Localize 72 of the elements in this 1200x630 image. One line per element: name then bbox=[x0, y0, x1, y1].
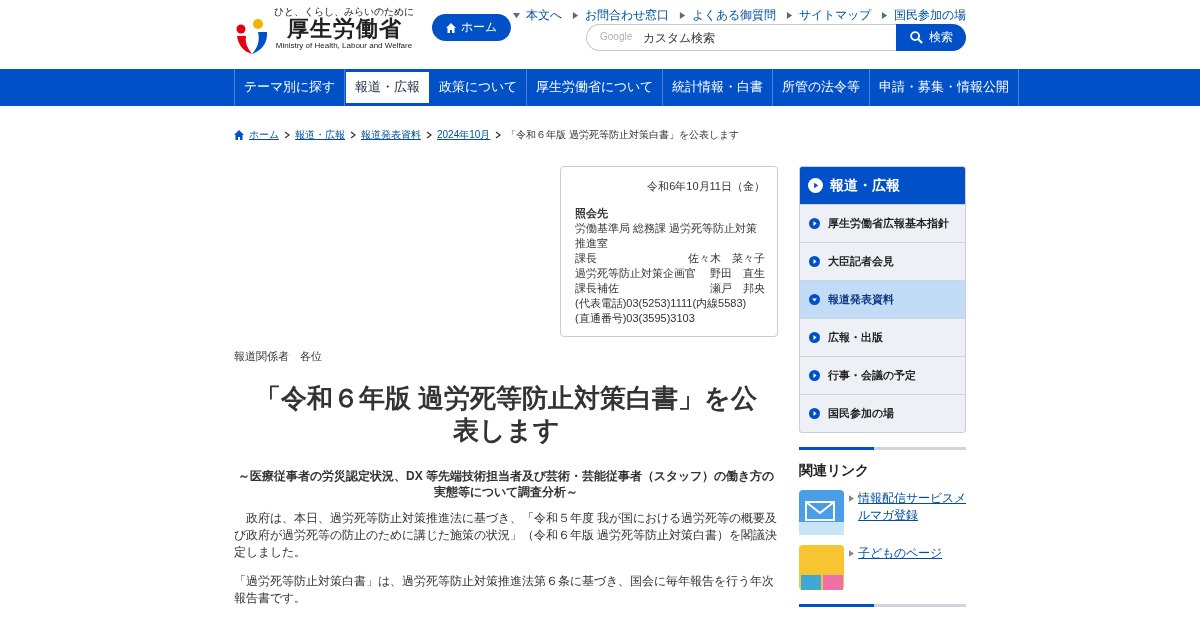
chevron-icon bbox=[426, 131, 432, 139]
nav-tab[interactable]: 所管の法令等 bbox=[772, 69, 870, 106]
phone-number: (代表電話)03(5253)1111(内線5583) bbox=[575, 296, 748, 311]
play-circle-icon bbox=[808, 178, 823, 193]
sidebar-item[interactable]: 行事・会議の予定 bbox=[800, 356, 965, 394]
down-triangle-icon bbox=[513, 11, 520, 19]
recipients-text: 報道関係者 各位 bbox=[234, 349, 323, 364]
sidebar-item[interactable]: 報道発表資料 bbox=[800, 280, 965, 318]
utility-link[interactable]: サイトマップ bbox=[786, 6, 871, 24]
nav-tab[interactable]: 厚生労働省について bbox=[526, 69, 663, 106]
breadcrumb-link[interactable]: ホーム bbox=[249, 128, 279, 142]
play-circle-icon bbox=[809, 332, 820, 343]
chevron-icon bbox=[284, 131, 290, 139]
nav-tab[interactable]: テーマ別に探す bbox=[234, 69, 345, 106]
breadcrumb-current: 「令和６年版 過労死等防止対策白書」を公表します bbox=[506, 128, 740, 142]
home-button[interactable]: ホーム bbox=[432, 14, 511, 41]
contact-heading: 照会先 bbox=[575, 206, 609, 221]
staff-title: 課長 bbox=[575, 251, 597, 266]
home-icon bbox=[234, 130, 244, 140]
play-circle-icon bbox=[809, 218, 820, 229]
related-link[interactable]: 子どものページ bbox=[858, 545, 942, 562]
illustration-placeholder bbox=[799, 545, 844, 590]
google-label: Google bbox=[600, 31, 633, 42]
nav-tab[interactable]: 統計情報・白書 bbox=[662, 69, 773, 106]
play-circle-icon bbox=[809, 256, 820, 267]
right-triangle-icon bbox=[881, 11, 888, 19]
page-subtitle: ～医療従事者の労災認定状況、DX 等先端技術担当者及び芸術・芸能従事者（スタッフ）の働き方の実態等について調査分析～ bbox=[237, 468, 775, 500]
logo-english: Ministry of Health, Labour and Welfare bbox=[275, 41, 413, 50]
logo-mark-icon bbox=[234, 16, 270, 56]
right-triangle-icon bbox=[849, 495, 854, 502]
utility-link[interactable]: よくある御質問 bbox=[679, 6, 776, 24]
staff-name: 野田 直生 bbox=[710, 266, 765, 281]
staff-name: 瀬戸 邦央 bbox=[710, 281, 765, 296]
play-circle-icon bbox=[809, 370, 820, 381]
utility-link[interactable]: 本文へ bbox=[513, 6, 562, 24]
phone-number: (直通番号)03(3595)3103 bbox=[575, 311, 696, 326]
sidebar-item[interactable]: 広報・出版 bbox=[800, 318, 965, 356]
down-circle-icon bbox=[809, 294, 820, 305]
page-title: 「令和６年版 過労死等防止対策白書」を公表します bbox=[253, 382, 759, 446]
nav-tab[interactable]: 報道・広報 bbox=[344, 71, 430, 104]
utility-link[interactable]: お問合わせ窓口 bbox=[572, 6, 669, 24]
chevron-icon bbox=[495, 131, 502, 139]
staff-name: 佐々木 菜々子 bbox=[688, 251, 765, 266]
breadcrumb-link[interactable]: 報道発表資料 bbox=[361, 128, 421, 142]
staff-title: 課長補佐 bbox=[575, 281, 619, 296]
related-link[interactable]: 情報配信サービスメルマガ登録 bbox=[858, 490, 966, 524]
search-icon bbox=[909, 31, 923, 44]
logo-tagline: ひと、くらし、みらいのために bbox=[274, 6, 414, 17]
logo-name: 厚生労働省 bbox=[286, 17, 402, 41]
envelope-picture bbox=[799, 490, 844, 535]
right-triangle-icon bbox=[849, 550, 854, 557]
body-paragraph: 「過労死等防止対策白書」は、過労死等防止対策推進法第６条に基づき、国会に毎年報告を行う年次報告書です。 bbox=[234, 573, 775, 607]
right-triangle-icon bbox=[572, 11, 579, 19]
nav-tab[interactable]: 政策について bbox=[429, 69, 527, 106]
release-date: 令和6年10月11日（金） bbox=[646, 179, 765, 194]
breadcrumb-link[interactable]: 報道・広報 bbox=[295, 128, 345, 142]
home-icon bbox=[446, 22, 456, 33]
body-paragraph: 政府は、本日、過労死等防止対策推進法に基づき、「令和５年度 我が国における過労死等の概要及び政府が過労死等の防止のために講じた施策の状況」（令和６年版 過労死等防止対策白書）を閣議決定しました。 bbox=[234, 510, 778, 561]
search-button[interactable]: 検索 bbox=[896, 24, 966, 51]
breadcrumb-link[interactable]: 2024年10月 bbox=[437, 128, 491, 142]
utility-link[interactable]: 国民参加の場 bbox=[881, 6, 966, 24]
chevron-icon bbox=[350, 131, 356, 139]
right-triangle-icon bbox=[786, 11, 793, 19]
sidebar-item[interactable]: 国民参加の場 bbox=[800, 394, 965, 432]
sidebar-item[interactable]: 厚生労働省広報基本指針 bbox=[800, 204, 965, 242]
related-links-heading: 関連リンク bbox=[799, 462, 870, 480]
sidebar-heading-text: 報道・広報 bbox=[830, 176, 900, 195]
nav-tab[interactable]: 申請・募集・情報公開 bbox=[869, 69, 1019, 106]
department-text: 労働基準局 総務課 過労死等防止対策推進室 bbox=[575, 221, 759, 251]
right-triangle-icon bbox=[679, 11, 686, 19]
play-circle-icon bbox=[809, 408, 820, 419]
staff-title: 過労死等防止対策企画官 bbox=[575, 266, 696, 281]
